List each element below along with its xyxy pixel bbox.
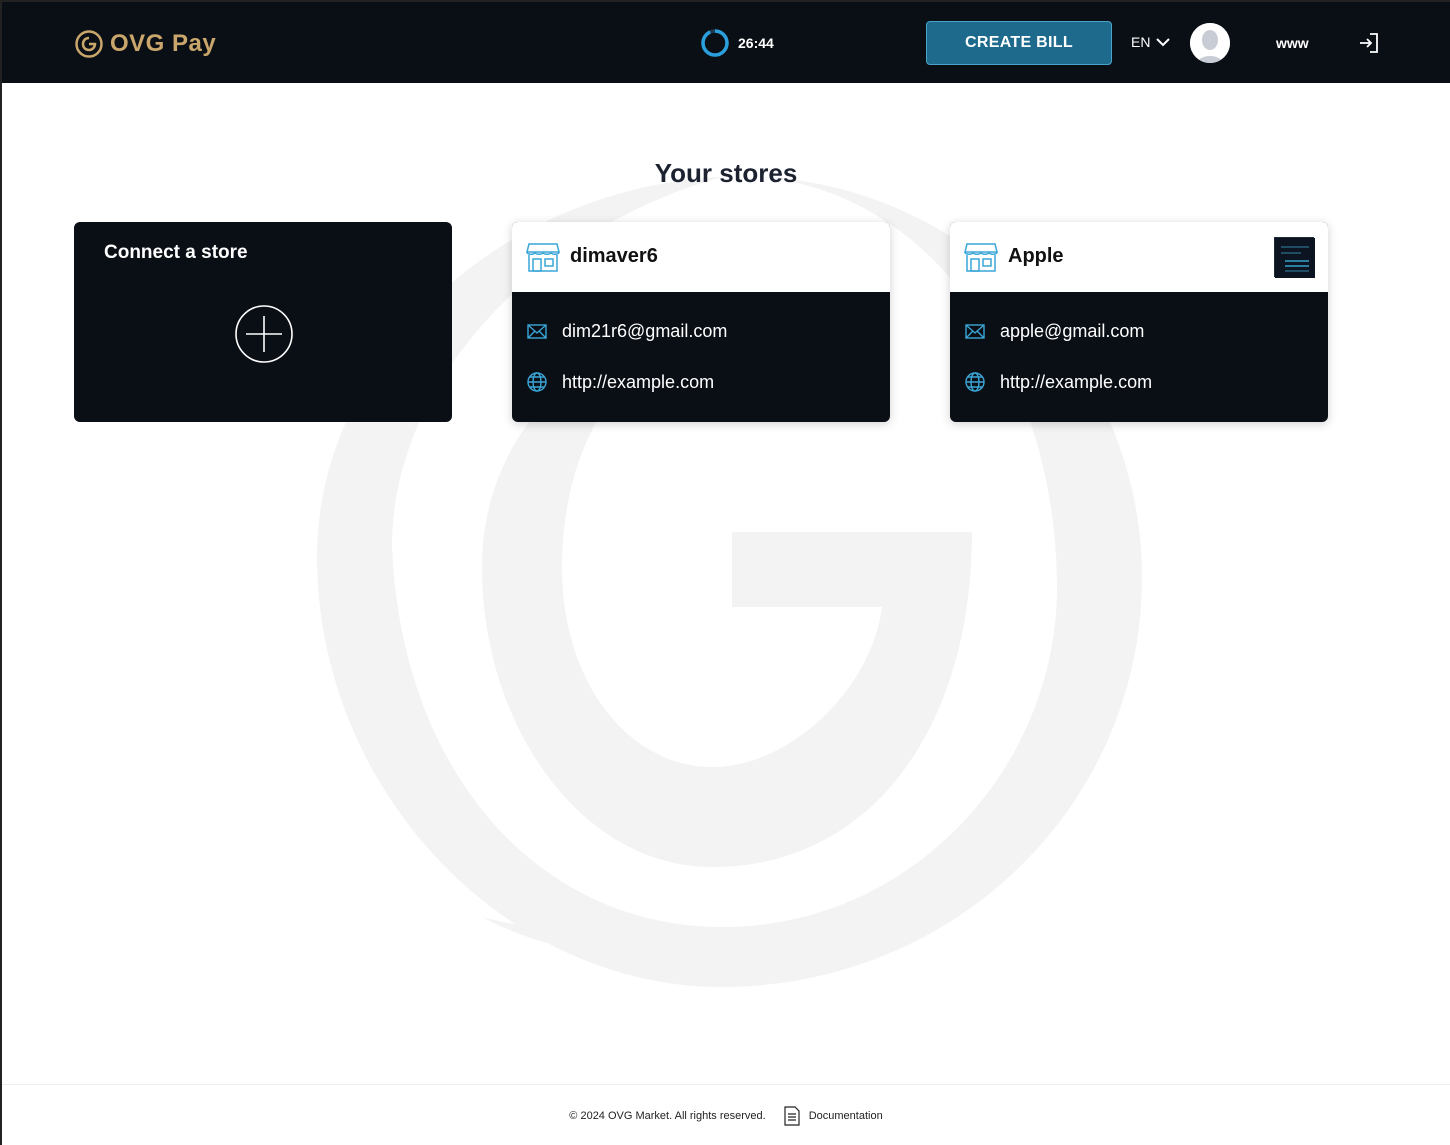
store-website-row: http://example.com <box>964 371 1152 393</box>
store-email: dim21r6@gmail.com <box>562 320 728 341</box>
connect-store-title: Connect a store <box>104 242 248 263</box>
plus-circle-icon[interactable] <box>234 304 294 364</box>
chevron-down-icon <box>1156 38 1171 47</box>
store-name: dimaver6 <box>570 245 658 267</box>
avatar[interactable] <box>1190 23 1230 63</box>
timer-ring-icon <box>701 29 729 57</box>
store-logo-image <box>1275 238 1315 278</box>
document-icon <box>784 1106 800 1126</box>
store-name: Apple <box>1008 245 1064 267</box>
session-timer: 26:44 <box>700 28 774 58</box>
store-email-row: dim21r6@gmail.com <box>526 320 727 342</box>
store-website[interactable]: http://example.com <box>1000 372 1152 393</box>
ovg-logo-icon <box>75 30 103 58</box>
store-email: apple@gmail.com <box>1000 320 1145 341</box>
store-card-header: Apple <box>950 222 1328 292</box>
logo[interactable]: OVG Pay <box>74 28 216 60</box>
store-icon <box>964 243 998 272</box>
connect-store-card[interactable]: Connect a store <box>74 222 452 422</box>
footer: © 2024 OVG Market. All rights reserved. … <box>2 1084 1450 1145</box>
globe-icon <box>527 372 547 392</box>
top-header: OVG Pay 26:44 CREATE BILL EN www <box>2 2 1450 83</box>
timer-value: 26:44 <box>738 35 774 51</box>
language-selector[interactable]: EN <box>1131 34 1171 50</box>
logo-text: OVG Pay <box>110 30 217 57</box>
mail-icon <box>527 324 547 339</box>
page-title: Your stores <box>654 158 798 188</box>
globe-icon <box>965 372 985 392</box>
store-website-row: http://example.com <box>526 371 714 393</box>
documentation-label: Documentation <box>808 1110 883 1122</box>
logout-icon[interactable] <box>1358 32 1380 54</box>
store-icon <box>526 243 560 272</box>
mail-icon <box>965 324 985 339</box>
create-bill-button[interactable]: CREATE BILL <box>926 21 1112 65</box>
language-label: EN <box>1131 34 1151 50</box>
store-card-header: dimaver6 <box>512 222 890 292</box>
username[interactable]: www <box>1276 35 1309 51</box>
avatar-icon <box>1190 23 1230 63</box>
footer-copyright: © 2024 OVG Market. All rights reserved. <box>569 1110 766 1122</box>
store-email-row: apple@gmail.com <box>964 320 1144 342</box>
store-card[interactable]: dimaver6 dim21r6@gmail.com http://exampl… <box>512 222 890 422</box>
store-logo-thumbnail <box>1274 237 1315 278</box>
documentation-link[interactable]: Documentation <box>784 1106 883 1126</box>
store-card[interactable]: Apple apple@gmail.com http://example.com <box>950 222 1328 422</box>
store-website[interactable]: http://example.com <box>562 372 714 393</box>
